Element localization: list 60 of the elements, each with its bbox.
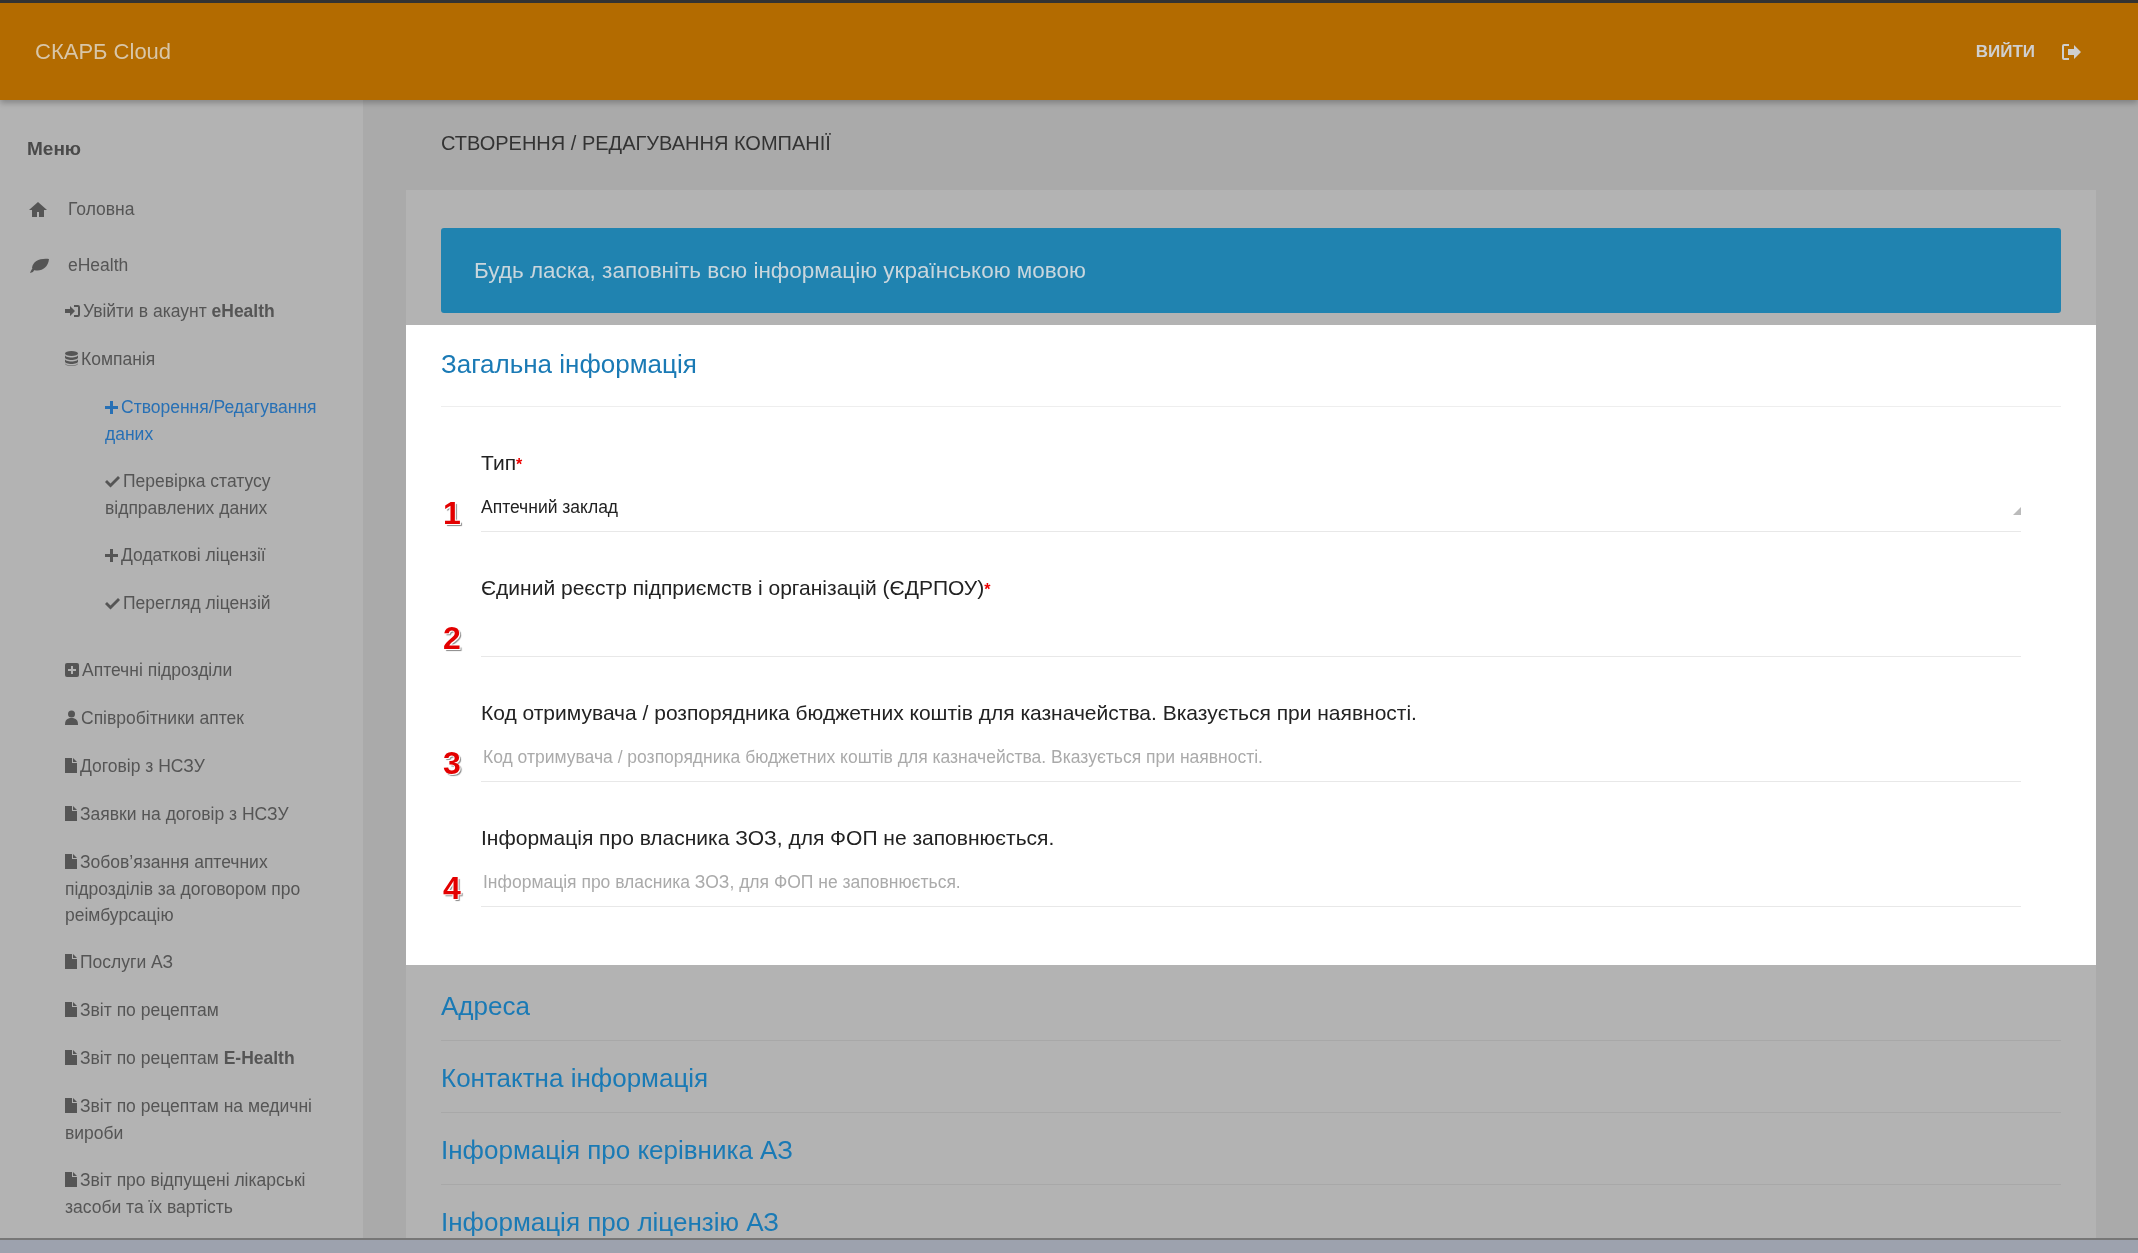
nav-link[interactable]: Звіт про відпущені лікарські засоби та їх вартість [0,1167,363,1220]
file-icon [65,1172,77,1187]
plus-icon [105,401,118,414]
home-icon [28,200,48,218]
check-icon [105,476,120,488]
check-icon [105,598,120,610]
field-label: Тип [481,450,516,476]
required-icon: * [984,581,991,598]
file-icon [65,1050,77,1065]
sign-out-icon [2061,42,2082,61]
file-icon [65,806,77,821]
section-header[interactable]: Адреса [441,965,2061,1041]
annotation-number: 4 [443,870,461,907]
nav-link[interactable]: Створення/Редагування даних [0,394,363,447]
nav-link[interactable]: Компанія [0,346,363,373]
nav-link[interactable]: Звіт по рецептам [0,997,363,1024]
nav-link[interactable]: Звіт по рецептам на медичні вироби [0,1093,363,1146]
sign-in-icon [65,304,80,318]
section-header[interactable]: Контактна інформація [441,1041,2061,1113]
file-icon [65,1098,77,1113]
nav-link[interactable]: Головна [0,196,363,222]
logout-link[interactable]: ВИЙТИ [1975,41,2082,62]
required-icon: * [516,456,523,473]
page-title: СТВОРЕННЯ / РЕДАГУВАННЯ КОМПАНІЇ [440,131,832,156]
annotation-number: 1 [443,495,461,532]
resize-handle-icon [2013,507,2021,515]
menu-heading: Меню [27,138,83,160]
leaf-icon [28,256,50,274]
nav-link[interactable]: Увійти в акаунт eHealth [0,298,363,325]
section-header[interactable]: Загальна інформація [441,325,2061,407]
file-icon [65,1002,77,1017]
nav-link[interactable]: Зобов’язання аптечних підрозділів за договором про реімбурсацію [0,849,363,928]
field-label: Інформація про власника ЗОЗ, для ФОП не заповнюється. [481,825,1056,851]
user-icon [65,710,78,725]
plus-icon [105,549,118,562]
input-field[interactable]: Код отримувача / розпорядника бюджетних коштів для казначейства. Вказується при наявності. [481,733,2021,782]
plus-square-icon [65,663,79,677]
field-label: Код отримувача / розпорядника бюджетних коштів для казначейства. Вказується при наявності. [481,700,1418,726]
info-alert: Будь ласка, заповніть всю інформацію українською мовою [441,228,2061,313]
annotation-number: 3 [443,745,461,782]
nav-link[interactable]: Аптечні підрозділи [0,657,363,684]
annotation-number: 2 [443,620,461,657]
file-icon [65,954,77,969]
nav-link[interactable]: eHealth [0,252,363,278]
nav-link[interactable]: Звіт по рецептам E-Health [0,1045,363,1072]
nav-link[interactable]: Перегляд ліцензій [0,590,363,617]
nav-link[interactable]: Співробітники аптек [0,705,363,732]
nav-link[interactable]: Договір з НСЗУ [0,753,363,780]
nav-link[interactable]: Додаткові ліцензії [0,542,363,569]
file-icon [65,854,77,869]
database-icon [65,351,78,366]
file-icon [65,758,77,773]
select-field[interactable]: Аптечний заклад [481,483,2021,532]
nav-link[interactable]: Послуги АЗ [0,949,363,976]
nav-link[interactable]: Перевірка статусу відправлених даних [0,468,363,521]
field-label: Єдиний реєстр підприємств і організацій (ЄДРПОУ) [481,575,985,601]
section-header[interactable]: Інформація про керівника АЗ [441,1113,2061,1185]
brand-logo: СКАРБ Cloud [35,38,172,65]
nav-link[interactable]: Заявки на договір з НСЗУ [0,801,363,828]
input-field[interactable]: Інформація про власника ЗОЗ, для ФОП не заповнюється. [481,858,2021,907]
